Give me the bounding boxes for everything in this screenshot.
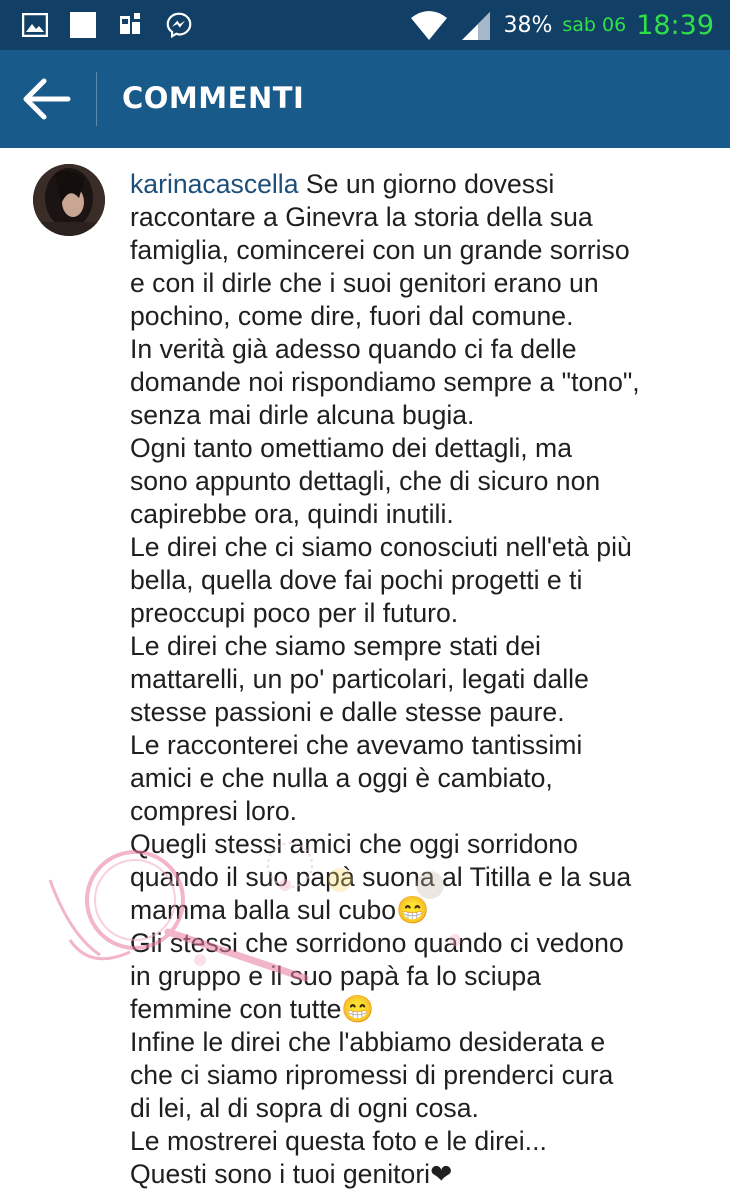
comment-line: femmine con tutte😁	[130, 994, 375, 1024]
messenger-icon	[166, 12, 192, 39]
status-time: 18:39	[636, 9, 714, 41]
comment-line: famiglia, comincerei con un grande sorri…	[130, 235, 630, 265]
battery-level: 38%	[503, 12, 553, 38]
header-divider	[96, 72, 97, 126]
status-bar: 38% sab 06 18:39	[0, 0, 730, 50]
comment-line: Questi sono i tuoi genitori❤	[130, 1159, 453, 1189]
comment-line: quando il suo papà suona al Titilla e la…	[130, 862, 632, 892]
comment-first-line: karinacascella Se un giorno dovessi	[130, 168, 710, 201]
status-date: sab 06	[562, 14, 627, 36]
comment-line: Quegli stessi amici che oggi sorridono	[130, 829, 578, 859]
comment-line: stesse passioni e dalle stesse paure.	[130, 697, 565, 727]
page-title: COMMENTI	[122, 81, 305, 115]
comment-line: Le direi che siamo sempre stati dei	[130, 631, 541, 661]
gallery-icon	[22, 12, 48, 38]
comment-line: raccontare a Ginevra la storia della sua	[130, 202, 593, 232]
comment-first-line-text: Se un giorno dovessi	[305, 169, 555, 199]
comment-line: Le racconterei che avevamo tantissimi	[130, 730, 583, 760]
back-button[interactable]	[20, 76, 76, 122]
comment-line: mamma balla sul cubo😁	[130, 895, 430, 925]
app-header: COMMENTI	[0, 50, 730, 148]
comment-line: amici e che nulla a oggi è cambiato,	[130, 763, 553, 793]
comment-line: domande noi rispondiamo sempre a "tono",	[130, 367, 640, 397]
notification-square-icon	[70, 12, 96, 38]
comment-line: che ci siamo ripromessi di prenderci cur…	[130, 1060, 614, 1090]
signal-icon	[459, 12, 493, 40]
comment-text: karinacascella Se un giorno dovessi racc…	[130, 168, 710, 1191]
comment-line: pochino, come dire, fuori dal comune.	[130, 301, 574, 331]
comment-line: bella, quella dove fai pochi progetti e …	[130, 565, 583, 595]
comment-line: preoccupi poco per il futuro.	[130, 598, 459, 628]
comment-line: Infine le direi che l'abbiamo desiderata…	[130, 1027, 606, 1057]
comment-line: e con il dirle che i suoi genitori erano…	[130, 268, 599, 298]
comment-line: Gli stessi che sorridono quando ci vedon…	[130, 928, 624, 958]
comment-username[interactable]: karinacascella	[130, 169, 299, 199]
comment-line: in gruppo e il suo papà fa lo sciupa	[130, 961, 542, 991]
wifi-icon	[409, 11, 449, 40]
comment-line: compresi loro.	[130, 796, 298, 826]
comment-line: Le direi che ci siamo conosciuti nell'et…	[130, 532, 632, 562]
arrow-left-icon	[20, 78, 72, 126]
comment-line: sono appunto dettagli, che di sicuro non	[130, 466, 601, 496]
comment-line: mattarelli, un po' particolari, legati d…	[130, 664, 589, 694]
comment-line: Le mostrerei questa foto e le direi...	[130, 1126, 547, 1156]
comment-line: di lei, al di sopra di ogni cosa.	[130, 1093, 479, 1123]
comment-line: capirebbe ora, quindi inutili.	[130, 499, 454, 529]
comment-line: Ogni tanto omettiamo dei dettagli, ma	[130, 433, 572, 463]
avatar[interactable]	[33, 164, 105, 236]
comment-line: senza mai dirle alcuna bugia.	[130, 400, 475, 430]
comment-line: In verità già adesso quando ci fa delle	[130, 334, 577, 364]
sim-icon	[118, 12, 144, 38]
